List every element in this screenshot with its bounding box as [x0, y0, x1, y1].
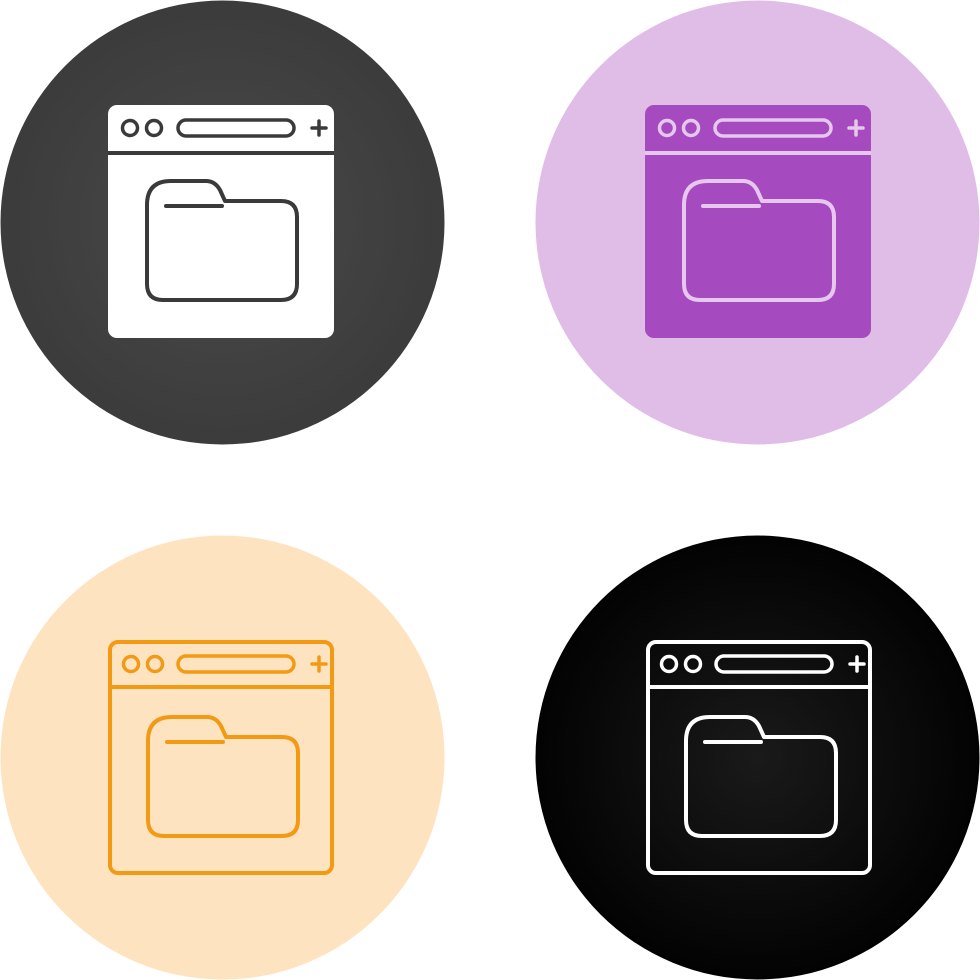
icon-tile-black-outline — [535, 535, 980, 980]
browser-folder-icon — [0, 535, 445, 980]
icon-grid — [0, 0, 980, 980]
background-circle — [535, 535, 980, 980]
background-circle — [0, 535, 445, 980]
browser-folder-icon — [0, 0, 445, 445]
icon-tile-dark-glyph — [0, 0, 445, 445]
browser-folder-icon — [535, 535, 980, 980]
browser-folder-icon — [535, 0, 980, 445]
icon-tile-purple-glyph — [535, 0, 980, 445]
browser-window-icon — [108, 105, 334, 338]
browser-window-icon — [645, 105, 871, 338]
icon-tile-orange-outline — [0, 535, 445, 980]
